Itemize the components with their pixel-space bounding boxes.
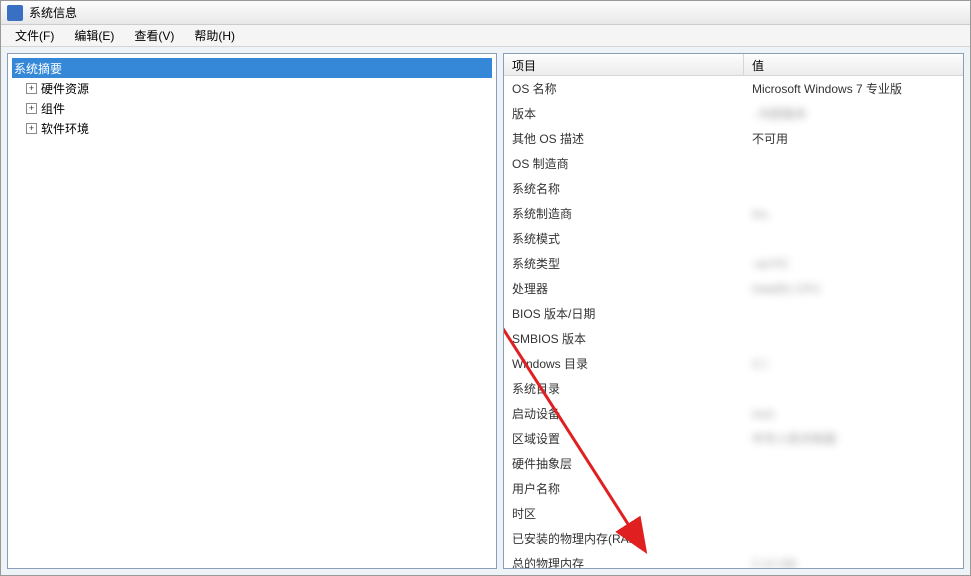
expand-icon[interactable]: + [26, 103, 37, 114]
detail-row[interactable]: 系统目录 [504, 376, 963, 401]
detail-item-name: 时区 [504, 505, 744, 522]
detail-item-name: 硬件抽象层 [504, 455, 744, 472]
system-info-window: 系统信息 文件(F) 编辑(E) 查看(V) 帮助(H) 系统摘要 + 硬件资源… [0, 0, 971, 576]
detail-row[interactable]: 版本 . 内部版本 [504, 101, 963, 126]
detail-body: OS 名称Microsoft Windows 7 专业版版本 . 内部版本其他 … [504, 76, 963, 569]
detail-row[interactable]: 系统名称 [504, 176, 963, 201]
detail-row[interactable]: 系统类型 -ed PC [504, 251, 963, 276]
detail-row[interactable]: BIOS 版本/日期 [504, 301, 963, 326]
detail-item-name: SMBIOS 版本 [504, 330, 744, 347]
detail-item-name: BIOS 版本/日期 [504, 305, 744, 322]
detail-item-name: 已安装的物理内存(RAM) [504, 530, 744, 547]
menu-view[interactable]: 查看(V) [124, 25, 184, 46]
detail-item-name: 系统名称 [504, 180, 744, 197]
detail-item-value: -ed PC [744, 257, 963, 271]
detail-row[interactable]: SMBIOS 版本 [504, 326, 963, 351]
detail-item-name: 启动设备 [504, 405, 744, 422]
app-icon [7, 5, 23, 21]
expand-icon[interactable]: + [26, 123, 37, 134]
tree-node-software-env[interactable]: + 软件环境 [12, 118, 492, 138]
detail-item-value: 不可用 [744, 130, 963, 147]
detail-item-name: Windows 目录 [504, 355, 744, 372]
menu-help[interactable]: 帮助(H) [184, 25, 245, 46]
detail-item-name: 系统制造商 [504, 205, 744, 222]
detail-item-value: C:\ [744, 357, 963, 371]
detail-item-value: Inc. [744, 207, 963, 221]
detail-row[interactable]: 系统模式 [504, 226, 963, 251]
detail-item-value: 中华人民共和国 [744, 430, 963, 447]
tree-node-label: 软件环境 [41, 120, 89, 137]
detail-row[interactable]: 系统制造商 Inc. [504, 201, 963, 226]
detail-row[interactable]: Windows 目录C:\ [504, 351, 963, 376]
detail-row[interactable]: 已安装的物理内存(RAM) [504, 526, 963, 551]
menu-file[interactable]: 文件(F) [5, 25, 64, 46]
detail-row[interactable]: OS 制造商 [504, 151, 963, 176]
detail-item-name: 处理器 [504, 280, 744, 297]
detail-row[interactable]: 用户名称 [504, 476, 963, 501]
detail-item-value: me1 [744, 407, 963, 421]
detail-item-name: 系统目录 [504, 380, 744, 397]
tree-node-label: 硬件资源 [41, 80, 89, 97]
detail-item-name: 其他 OS 描述 [504, 130, 744, 147]
tree-root-system-summary[interactable]: 系统摘要 [12, 58, 492, 78]
detail-item-value: Intel(R) CPU [744, 282, 963, 296]
detail-item-value: Microsoft Windows 7 专业版 [744, 80, 963, 97]
detail-row[interactable]: OS 名称Microsoft Windows 7 专业版 [504, 76, 963, 101]
detail-item-name: OS 名称 [504, 80, 744, 97]
detail-row[interactable]: 处理器Intel(R) CPU [504, 276, 963, 301]
detail-item-name: 区域设置 [504, 430, 744, 447]
detail-row[interactable]: 时区 [504, 501, 963, 526]
detail-header: 项目 值 [504, 54, 963, 76]
detail-row[interactable]: 总的物理内存2.12 GB [504, 551, 963, 569]
detail-item-name: 系统类型 [504, 255, 744, 272]
detail-row[interactable]: 硬件抽象层 [504, 451, 963, 476]
tree-root-label: 系统摘要 [14, 60, 62, 77]
detail-row[interactable]: 其他 OS 描述不可用 [504, 126, 963, 151]
detail-item-name: 版本 [504, 105, 744, 122]
content-area: 系统摘要 + 硬件资源 + 组件 + 软件环境 项目 值 OS 名称Micros… [1, 47, 970, 575]
detail-item-name: 系统模式 [504, 230, 744, 247]
tree-node-hardware[interactable]: + 硬件资源 [12, 78, 492, 98]
header-col-item[interactable]: 项目 [504, 54, 744, 75]
header-col-value[interactable]: 值 [744, 54, 963, 75]
title-bar[interactable]: 系统信息 [1, 1, 970, 25]
detail-item-value: 2.12 GB [744, 557, 963, 570]
expand-icon[interactable]: + [26, 83, 37, 94]
detail-item-name: OS 制造商 [504, 155, 744, 172]
detail-item-name: 总的物理内存 [504, 555, 744, 569]
menu-bar: 文件(F) 编辑(E) 查看(V) 帮助(H) [1, 25, 970, 47]
detail-item-name: 用户名称 [504, 480, 744, 497]
tree-node-label: 组件 [41, 100, 65, 117]
tree-node-components[interactable]: + 组件 [12, 98, 492, 118]
window-title: 系统信息 [29, 4, 77, 21]
detail-item-value: . 内部版本 [744, 105, 963, 122]
detail-panel: 项目 值 OS 名称Microsoft Windows 7 专业版版本 . 内部… [503, 53, 964, 569]
tree-panel: 系统摘要 + 硬件资源 + 组件 + 软件环境 [7, 53, 497, 569]
detail-row[interactable]: 区域设置中华人民共和国 [504, 426, 963, 451]
detail-row[interactable]: 启动设备 me1 [504, 401, 963, 426]
menu-edit[interactable]: 编辑(E) [64, 25, 124, 46]
